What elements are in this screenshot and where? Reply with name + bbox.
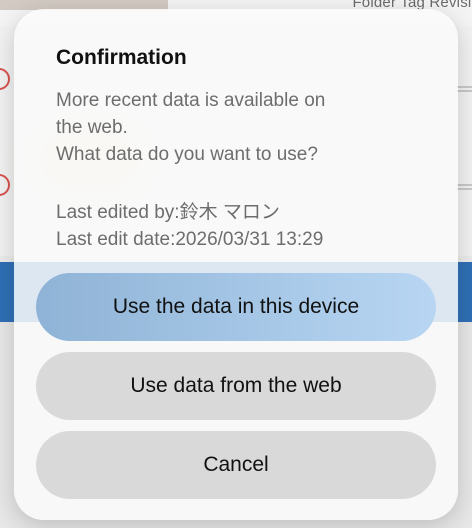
dialog-message-line: More recent data is available on — [56, 90, 326, 111]
background-drag-handle — [456, 184, 472, 186]
last-edit-date: Last edit date:2026/03/31 13:29 — [56, 229, 324, 250]
background-status-circle — [0, 174, 10, 196]
confirmation-dialog: Confirmation More recent data is availab… — [14, 9, 458, 520]
dialog-edit-info: Last edited by:鈴木 マロン Last edit date:202… — [56, 199, 323, 253]
use-web-data-button[interactable]: Use data from the web — [36, 352, 436, 420]
background-drag-handle — [456, 86, 472, 88]
dialog-message-line: What data do you want to use? — [56, 144, 318, 165]
last-edited-by: Last edited by:鈴木 マロン — [56, 202, 280, 223]
background-status-circle — [0, 68, 10, 90]
dialog-message-line: the web. — [56, 117, 128, 138]
use-device-data-button[interactable]: Use the data in this device — [36, 273, 436, 341]
dialog-message: More recent data is available on the web… — [56, 87, 386, 168]
cancel-button[interactable]: Cancel — [36, 431, 436, 499]
background-drag-handle — [456, 188, 472, 190]
dialog-title: Confirmation — [56, 46, 187, 69]
background-drag-handle — [456, 90, 472, 92]
